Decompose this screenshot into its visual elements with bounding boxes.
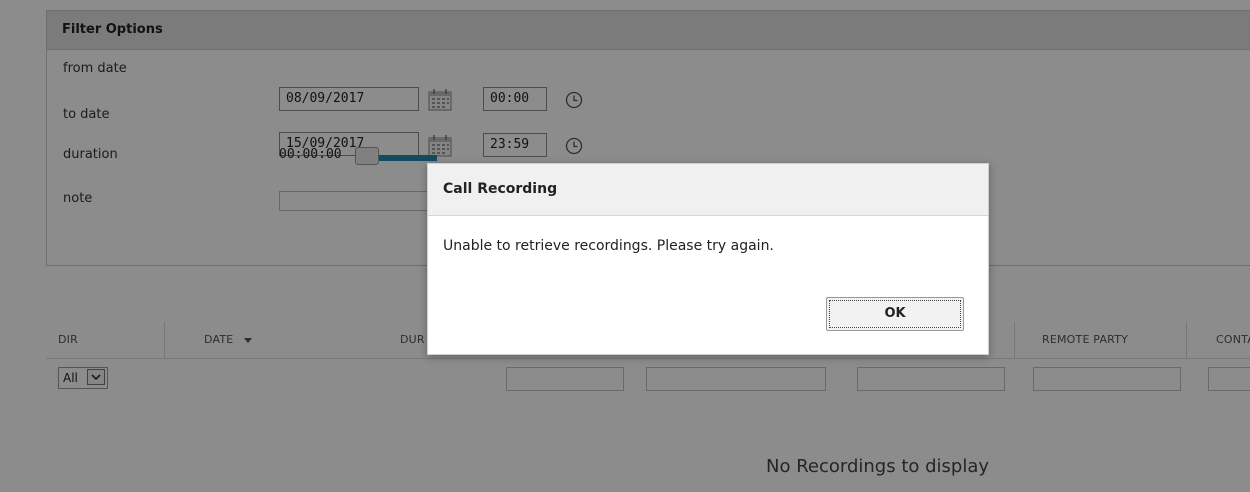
dialog-title: Call Recording xyxy=(428,164,988,216)
ok-button[interactable]: OK xyxy=(826,297,964,331)
dialog-message: Unable to retrieve recordings. Please tr… xyxy=(443,238,774,254)
call-recording-dialog: Call Recording Unable to retrieve record… xyxy=(427,163,989,355)
